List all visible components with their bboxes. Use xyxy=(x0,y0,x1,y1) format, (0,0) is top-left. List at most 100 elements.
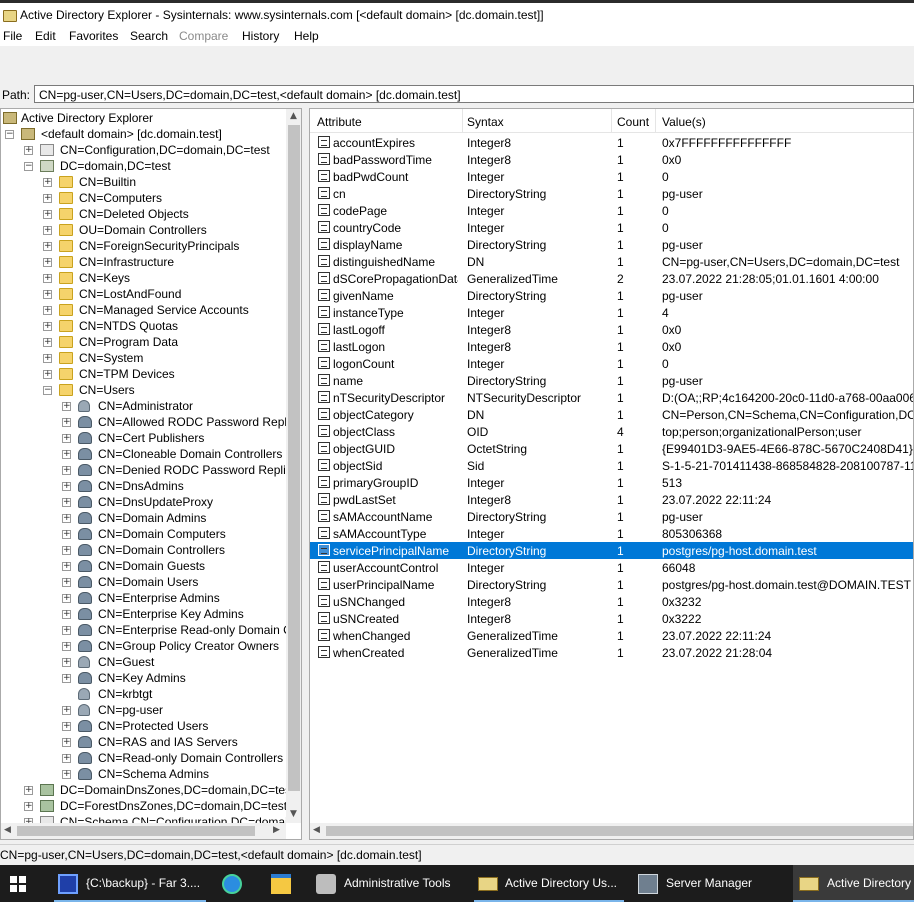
attribute-row[interactable]: sAMAccountName DirectoryString 1 pg-user xyxy=(310,508,913,525)
attribute-row[interactable]: uSNChanged Integer8 1 0x3232 xyxy=(310,593,913,610)
attribute-row[interactable]: sAMAccountType Integer 1 805306368 xyxy=(310,525,913,542)
expand-icon[interactable]: + xyxy=(62,434,71,443)
expand-icon[interactable]: + xyxy=(62,578,71,587)
tree-horizontal-scrollbar[interactable]: ◀ ▶ xyxy=(1,823,286,839)
menu-help[interactable]: Help xyxy=(294,29,319,43)
expand-icon[interactable]: + xyxy=(43,258,52,267)
scroll-down-icon[interactable]: ▼ xyxy=(290,809,297,819)
attribute-row[interactable]: whenCreated GeneralizedTime 1 23.07.2022 21… xyxy=(310,644,913,661)
expand-icon[interactable]: + xyxy=(43,290,52,299)
path-field[interactable]: CN=pg-user,CN=Users,DC=domain,DC=test,<d… xyxy=(34,85,914,103)
attribute-row[interactable]: logonCount Integer 1 0 xyxy=(310,355,913,372)
attribute-row[interactable]: userPrincipalName DirectoryString 1 postgre… xyxy=(310,576,913,593)
taskbar-item-server-manager[interactable]: Server Manager xyxy=(632,865,790,902)
column-header-syntax[interactable]: Syntax xyxy=(467,115,504,129)
title-bar[interactable]: Active Directory Explorer - Sysinternals… xyxy=(0,0,914,28)
expand-icon[interactable]: + xyxy=(62,466,71,475)
list-horizontal-scrollbar[interactable]: ◀ xyxy=(310,823,913,839)
scroll-left-icon[interactable]: ◀ xyxy=(313,825,320,835)
attribute-row[interactable]: name DirectoryString 1 pg-user xyxy=(310,372,913,389)
expand-icon[interactable]: + xyxy=(62,770,71,779)
scroll-thumb[interactable] xyxy=(326,826,913,836)
expand-icon[interactable]: + xyxy=(62,674,71,683)
scroll-thumb[interactable] xyxy=(17,826,255,836)
expand-icon[interactable]: + xyxy=(62,626,71,635)
attribute-row[interactable]: lastLogon Integer8 1 0x0 xyxy=(310,338,913,355)
attribute-row[interactable]: countryCode Integer 1 0 xyxy=(310,219,913,236)
attribute-row[interactable]: codePage Integer 1 0 xyxy=(310,202,913,219)
attribute-row[interactable]: objectClass OID 4 top;person;organizational… xyxy=(310,423,913,440)
menu-search[interactable]: Search xyxy=(130,29,168,43)
attribute-row[interactable]: objectGUID OctetString 1 {E99401D3-9AE5-4E6… xyxy=(310,440,913,457)
expand-icon[interactable]: + xyxy=(43,226,52,235)
column-header-attribute[interactable]: Attribute xyxy=(317,115,362,129)
expand-icon[interactable]: + xyxy=(62,738,71,747)
start-button[interactable] xyxy=(10,876,26,892)
expand-icon[interactable]: + xyxy=(62,418,71,427)
expand-icon[interactable]: + xyxy=(62,514,71,523)
expand-icon[interactable]: + xyxy=(24,146,33,155)
attribute-row[interactable]: primaryGroupID Integer 1 513 xyxy=(310,474,913,491)
expand-icon[interactable]: + xyxy=(62,562,71,571)
collapse-icon[interactable]: − xyxy=(24,162,33,171)
scroll-up-icon[interactable]: ▲ xyxy=(290,111,297,121)
expand-icon[interactable]: + xyxy=(43,354,52,363)
collapse-icon[interactable]: − xyxy=(43,386,52,395)
expand-icon[interactable]: + xyxy=(62,482,71,491)
expand-icon[interactable]: + xyxy=(62,642,71,651)
attribute-row[interactable]: givenName DirectoryString 1 pg-user xyxy=(310,287,913,304)
taskbar-item-ad-explorer[interactable]: Active Directory xyxy=(793,865,914,902)
expand-icon[interactable]: + xyxy=(43,194,52,203)
attribute-row[interactable]: nTSecurityDescriptor NTSecurityDescriptor… xyxy=(310,389,913,406)
attribute-row[interactable]: distinguishedName DN 1 CN=pg-user,CN=Users,… xyxy=(310,253,913,270)
scroll-left-icon[interactable]: ◀ xyxy=(4,825,11,835)
expand-icon[interactable]: + xyxy=(62,722,71,731)
expand-icon[interactable]: + xyxy=(62,402,71,411)
taskbar-item-administrative-tools[interactable]: Administrative Tools xyxy=(310,865,466,902)
attribute-row[interactable]: lastLogoff Integer8 1 0x0 xyxy=(310,321,913,338)
expand-icon[interactable]: + xyxy=(62,530,71,539)
taskbar-item-edge[interactable] xyxy=(212,865,252,902)
collapse-icon[interactable]: − xyxy=(5,130,14,139)
attribute-row[interactable]: instanceType Integer 1 4 xyxy=(310,304,913,321)
taskbar-item-file-explorer[interactable] xyxy=(262,865,302,902)
expand-icon[interactable]: + xyxy=(43,322,52,331)
expand-icon[interactable]: + xyxy=(62,754,71,763)
column-header-values[interactable]: Value(s) xyxy=(662,115,706,129)
attribute-row[interactable]: pwdLastSet Integer8 1 23.07.2022 22:11:24 xyxy=(310,491,913,508)
expand-icon[interactable]: + xyxy=(62,706,71,715)
attribute-row[interactable]: objectCategory DN 1 CN=Person,CN=Schema,CN=… xyxy=(310,406,913,423)
taskbar-item-far[interactable]: {C:\backup} - Far 3.... xyxy=(50,865,210,902)
expand-icon[interactable]: + xyxy=(43,274,52,283)
attribute-row[interactable]: displayName DirectoryString 1 pg-user xyxy=(310,236,913,253)
column-header-count[interactable]: Count xyxy=(617,115,649,129)
attribute-row[interactable]: whenChanged GeneralizedTime 1 23.07.2022 22… xyxy=(310,627,913,644)
attribute-row[interactable]: dSCorePropagationData GeneralizedTime 2 23.… xyxy=(310,270,913,287)
tree-vertical-scrollbar[interactable]: ▲ ▼ xyxy=(286,109,301,823)
expand-icon[interactable]: + xyxy=(62,610,71,619)
attribute-row[interactable]: accountExpires Integer8 1 0x7FFFFFFFFFFFFFF… xyxy=(310,134,913,151)
attribute-row[interactable]: uSNCreated Integer8 1 0x3222 xyxy=(310,610,913,627)
expand-icon[interactable]: + xyxy=(24,802,33,811)
expand-icon[interactable]: + xyxy=(43,178,52,187)
attribute-row[interactable]: objectSid Sid 1 S-1-5-21-701411438-86858482… xyxy=(310,457,913,474)
expand-icon[interactable]: + xyxy=(62,594,71,603)
expand-icon[interactable]: + xyxy=(62,546,71,555)
attribute-row[interactable]: servicePrincipalName DirectoryString 1 post… xyxy=(310,542,913,559)
attribute-row[interactable]: badPasswordTime Integer8 1 0x0 xyxy=(310,151,913,168)
scroll-thumb[interactable] xyxy=(288,125,300,791)
expand-icon[interactable]: + xyxy=(24,786,33,795)
menu-edit[interactable]: Edit xyxy=(35,29,56,43)
expand-icon[interactable]: + xyxy=(43,306,52,315)
menu-history[interactable]: History xyxy=(242,29,279,43)
menu-file[interactable]: File xyxy=(3,29,22,43)
attribute-row[interactable]: badPwdCount Integer 1 0 xyxy=(310,168,913,185)
scroll-right-icon[interactable]: ▶ xyxy=(273,825,280,835)
expand-icon[interactable]: + xyxy=(43,370,52,379)
expand-icon[interactable]: + xyxy=(62,450,71,459)
attribute-row[interactable]: userAccountControl Integer 1 66048 xyxy=(310,559,913,576)
expand-icon[interactable]: + xyxy=(62,658,71,667)
menu-favorites[interactable]: Favorites xyxy=(69,29,118,43)
taskbar-item-ad-users[interactable]: Active Directory Us... xyxy=(470,865,628,902)
expand-icon[interactable]: + xyxy=(43,210,52,219)
